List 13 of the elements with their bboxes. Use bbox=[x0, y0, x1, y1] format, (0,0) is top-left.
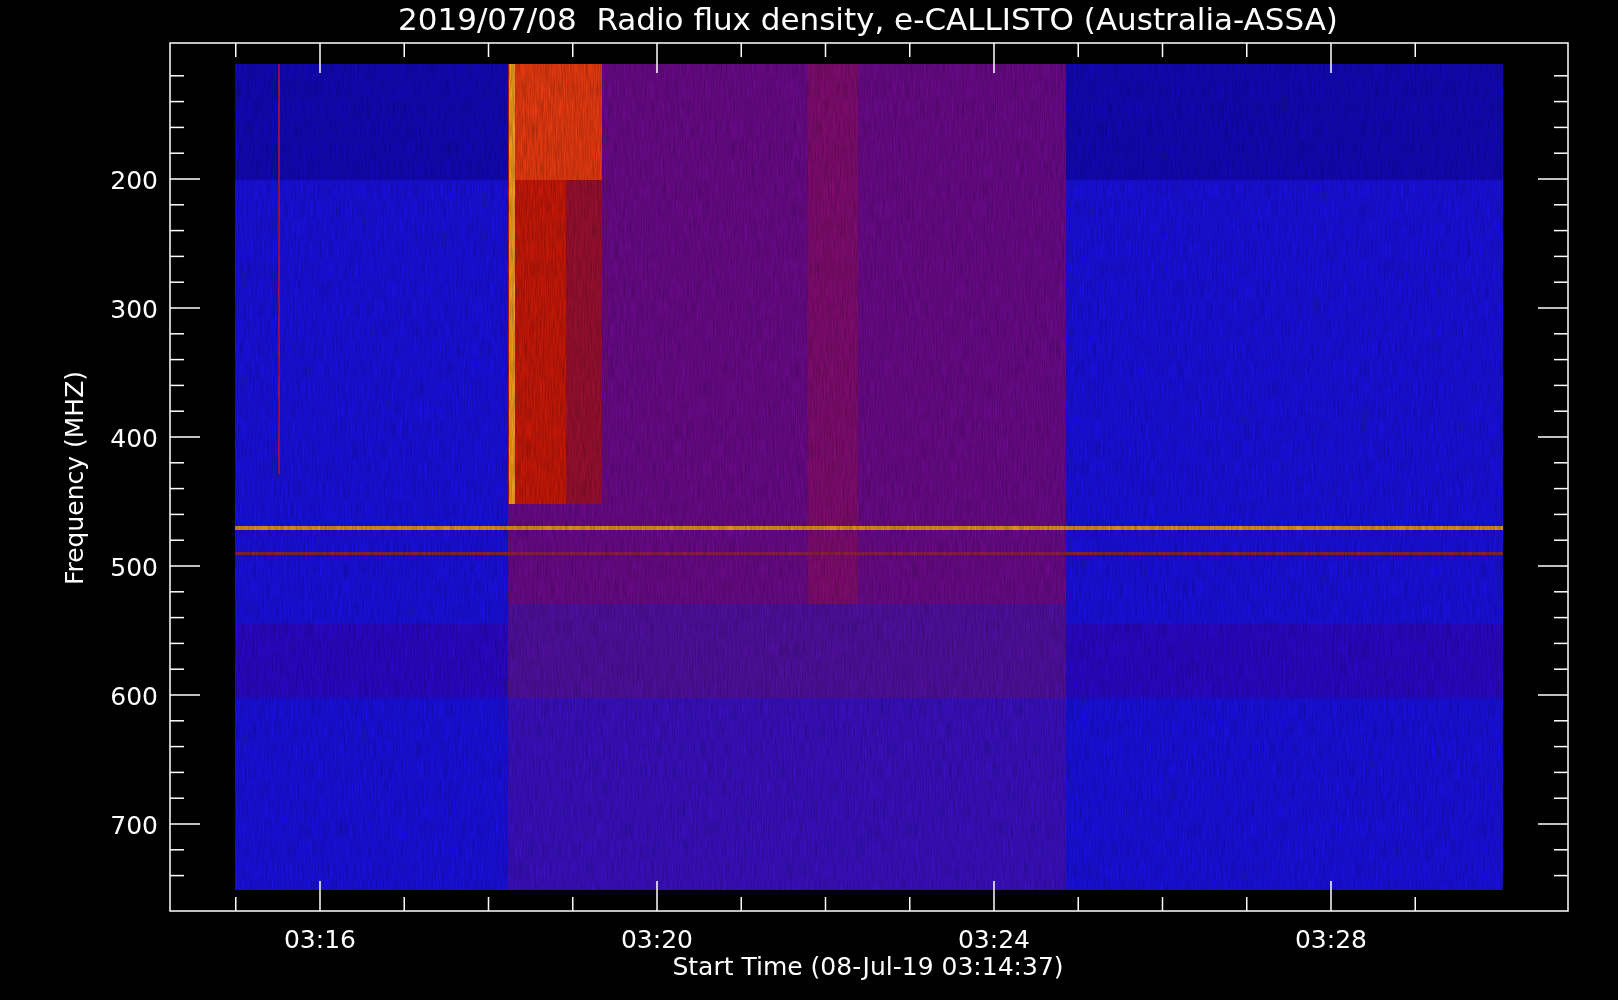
y-tick-label: 700 bbox=[110, 811, 158, 840]
chart-title: 2019/07/08 Radio flux density, e-CALLISTO (Australia-ASSA) bbox=[398, 1, 1338, 37]
y-tick-label: 300 bbox=[110, 295, 158, 324]
x-tick-label: 03:20 bbox=[621, 925, 693, 954]
x-tick-label: 03:24 bbox=[958, 925, 1030, 954]
y-axis-title: Frequency (MHZ) bbox=[60, 370, 89, 586]
x-tick-label: 03:16 bbox=[284, 925, 356, 954]
x-axis-title: Start Time (08-Jul-19 03:14:37) bbox=[672, 952, 1064, 981]
y-tick-label: 500 bbox=[110, 553, 158, 582]
x-tick-label: 03:28 bbox=[1295, 925, 1367, 954]
y-tick-label: 600 bbox=[110, 682, 158, 711]
y-tick-label: 400 bbox=[110, 424, 158, 453]
y-tick-label: 200 bbox=[110, 166, 158, 195]
